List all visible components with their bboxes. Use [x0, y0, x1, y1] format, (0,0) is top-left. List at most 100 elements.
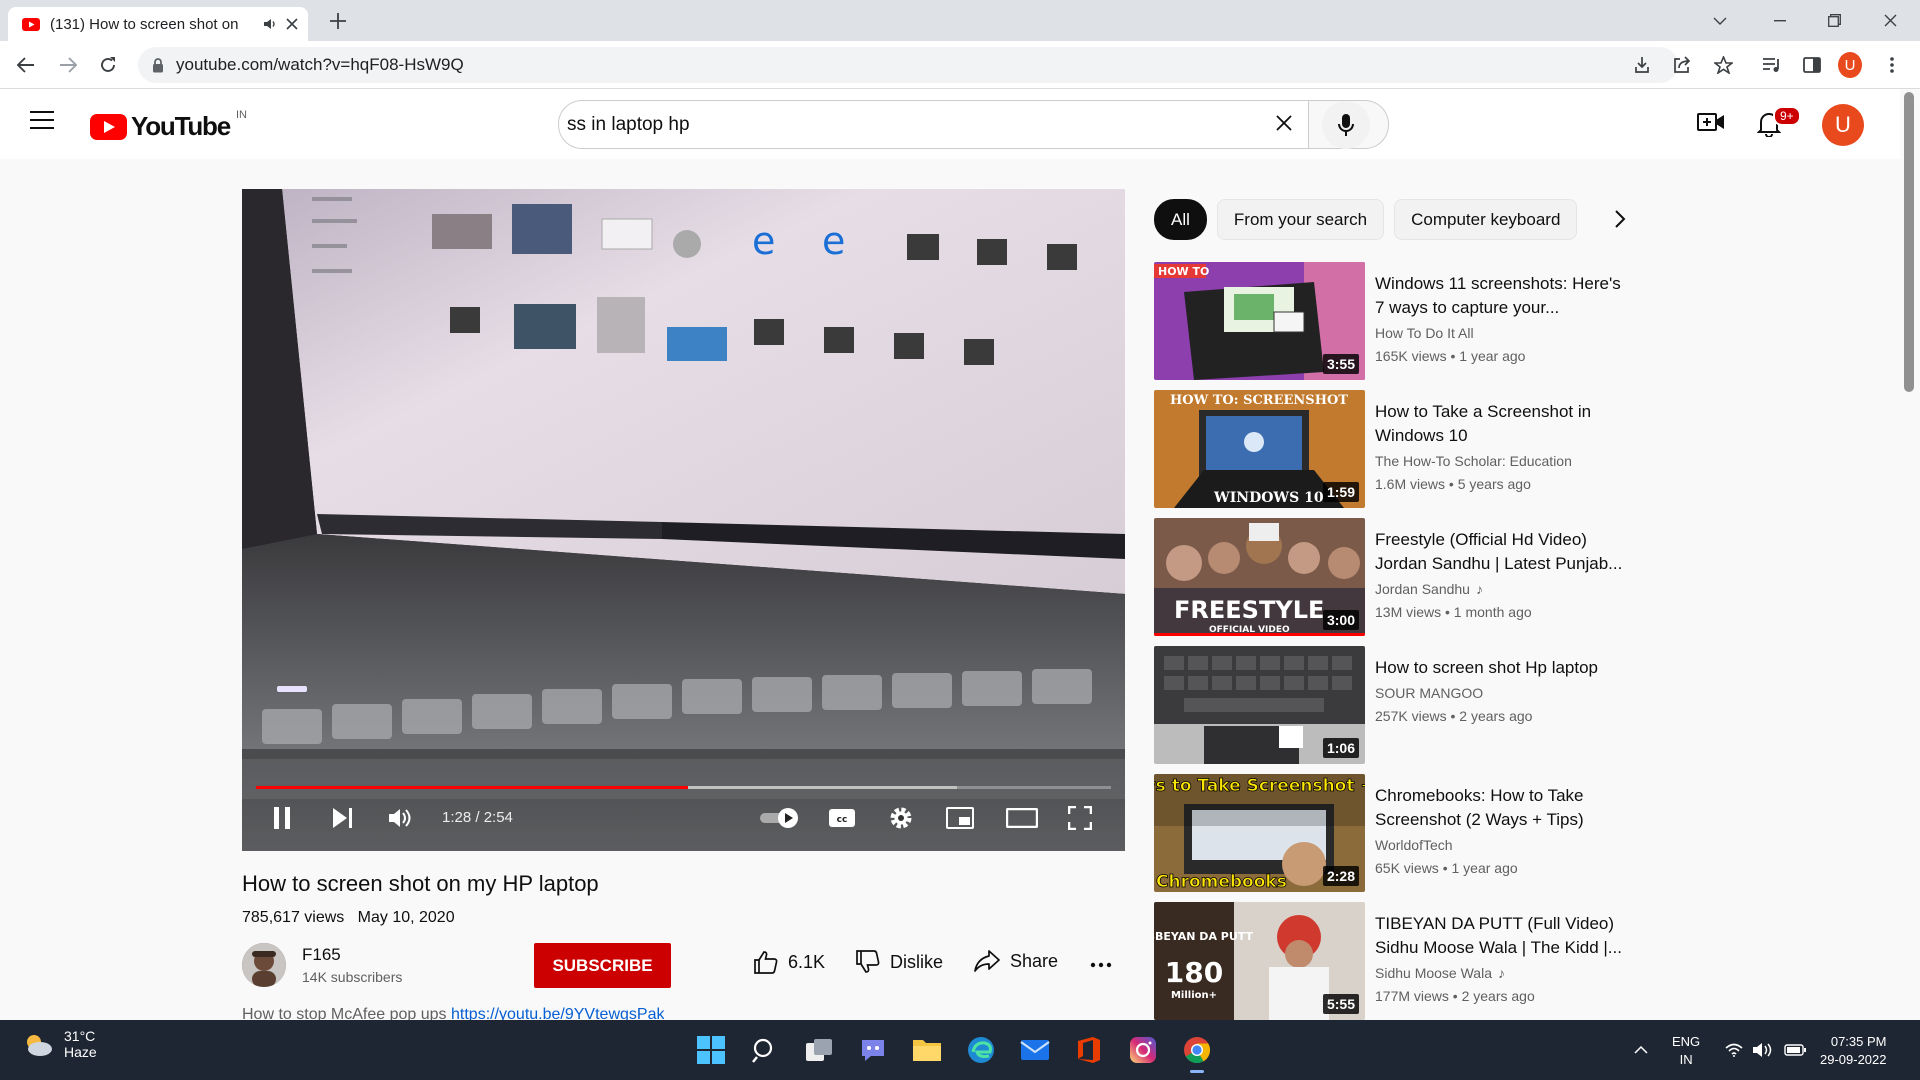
recommendation-item[interactable]: 2 Ways to Take Screenshot + Tips Chromeb…	[1154, 774, 1884, 892]
description-link[interactable]: https://youtu.be/9YVtewgsPak	[451, 1007, 664, 1020]
recommendation-meta: 257K views • 2 years ago	[1375, 708, 1533, 724]
create-video-button[interactable]	[1697, 111, 1725, 133]
share-page-icon[interactable]	[1670, 53, 1694, 77]
office-button[interactable]	[1068, 1029, 1110, 1071]
address-bar[interactable]: youtube.com/watch?v=hqF08-HsW9Q	[138, 47, 1678, 83]
recommendation-channel[interactable]: SOUR MANGOO	[1375, 685, 1483, 701]
network-button[interactable]	[1725, 1020, 1743, 1080]
input-language[interactable]: ENG IN	[1672, 1033, 1700, 1069]
share-button[interactable]: Share	[974, 950, 1058, 972]
video-thumbnail[interactable]: HOW TO 3:55	[1154, 262, 1365, 380]
guide-menu-button[interactable]	[30, 111, 54, 129]
recommendation-meta: 1.6M views • 5 years ago	[1375, 476, 1531, 492]
next-video-button[interactable]	[332, 798, 354, 838]
dislike-button[interactable]: Dislike	[856, 950, 943, 974]
recommendation-item[interactable]: HOW TO 3:55 Windows 11 screenshots: Here…	[1154, 262, 1884, 380]
recommendation-channel[interactable]: The How-To Scholar: Education	[1375, 453, 1572, 469]
browser-tab[interactable]: (131) How to screen shot on	[8, 7, 308, 41]
subtitles-button[interactable]: cc	[828, 798, 856, 838]
mute-button[interactable]	[388, 798, 414, 838]
page-scrollbar-thumb[interactable]	[1904, 92, 1914, 392]
video-thumbnail[interactable]: TIBBEYAN DA PUTT 180 Million+ 5:55	[1154, 902, 1365, 1020]
show-hidden-icons-button[interactable]	[1634, 1020, 1648, 1080]
forward-button[interactable]	[56, 53, 80, 77]
chip-computer-keyboard[interactable]: Computer keyboard	[1394, 199, 1578, 240]
subscribe-button[interactable]: SUBSCRIBE	[534, 943, 671, 988]
battery-button[interactable]	[1784, 1020, 1806, 1080]
youtube-logo[interactable]: YouTube IN	[90, 109, 247, 142]
autoplay-toggle[interactable]	[758, 798, 802, 838]
search-input[interactable]: ss in laptop hp	[558, 100, 1309, 149]
instagram-button[interactable]	[1122, 1029, 1164, 1071]
close-window-button[interactable]	[1862, 0, 1918, 41]
settings-button[interactable]	[888, 798, 914, 838]
chips-next-button[interactable]	[1614, 209, 1626, 229]
chrome-menu-icon[interactable]	[1880, 53, 1904, 77]
restore-button[interactable]	[1806, 0, 1862, 41]
recommendation-title[interactable]: How to Take a Screenshot in Windows 10	[1375, 400, 1630, 448]
profile-button[interactable]: U	[1838, 52, 1862, 78]
recommendation-title[interactable]: Freestyle (Official Hd Video) Jordan San…	[1375, 528, 1630, 576]
recommendation-channel[interactable]: WorldofTech	[1375, 837, 1453, 853]
recommendation-channel[interactable]: Sidhu Moose Wala ♪	[1375, 965, 1505, 981]
task-view-button[interactable]	[798, 1029, 840, 1071]
upload-date: May 10, 2020	[357, 909, 455, 926]
search-query-text: ss in laptop hp	[567, 113, 690, 135]
fullscreen-button[interactable]	[1068, 798, 1092, 838]
recommendation-title[interactable]: Chromebooks: How to Take Screenshot (2 W…	[1375, 784, 1630, 832]
miniplayer-button[interactable]	[946, 798, 974, 838]
recommendation-channel[interactable]: How To Do It All	[1375, 325, 1474, 341]
more-actions-button[interactable]	[1090, 962, 1122, 968]
minimize-button[interactable]	[1752, 0, 1808, 41]
recommendation-item[interactable]: FREESTYLE OFFICIAL VIDEO 3:00 Freestyle …	[1154, 518, 1884, 636]
bookmark-star-icon[interactable]	[1711, 53, 1735, 77]
teams-chat-button[interactable]	[852, 1029, 894, 1071]
video-thumbnail[interactable]: FREESTYLE OFFICIAL VIDEO 3:00	[1154, 518, 1365, 636]
recommendation-item[interactable]: 1:06 How to screen shot Hp laptop SOUR M…	[1154, 646, 1884, 764]
share-label: Share	[1010, 950, 1059, 971]
channel-avatar[interactable]	[242, 943, 286, 987]
recommendation-item[interactable]: HOW TO: SCREENSHOT WINDOWS 10 1:59 How t…	[1154, 390, 1884, 508]
side-panel-icon[interactable]	[1800, 53, 1824, 77]
video-thumbnail[interactable]: 1:06	[1154, 646, 1365, 764]
recommendation-channel[interactable]: Jordan Sandhu ♪	[1375, 581, 1483, 597]
like-button[interactable]: 6.1K	[754, 950, 825, 974]
start-button[interactable]	[690, 1029, 732, 1071]
recommendation-title[interactable]: TIBEYAN DA PUTT (Full Video) Sidhu Moose…	[1375, 912, 1630, 960]
pause-button[interactable]	[272, 798, 292, 838]
recommendation-title[interactable]: Windows 11 screenshots: Here's 7 ways to…	[1375, 272, 1630, 320]
close-tab-icon[interactable]	[286, 18, 298, 30]
taskbar-search[interactable]	[744, 1029, 786, 1071]
channel-name[interactable]: F165	[302, 945, 341, 965]
video-progress-bar[interactable]	[256, 786, 1111, 789]
chip-all[interactable]: All	[1154, 199, 1207, 240]
media-controls-icon[interactable]	[1760, 53, 1784, 77]
account-avatar[interactable]: U	[1822, 104, 1864, 146]
recommendation-item[interactable]: TIBBEYAN DA PUTT 180 Million+ 5:55 TIBEY…	[1154, 902, 1884, 1020]
chip-from-your-search[interactable]: From your search	[1216, 199, 1385, 240]
chrome-button[interactable]	[1176, 1029, 1218, 1073]
video-thumbnail[interactable]: 2 Ways to Take Screenshot + Tips Chromeb…	[1154, 774, 1365, 892]
weather-widget[interactable]: 31°C Haze	[22, 1028, 97, 1060]
recommendation-title[interactable]: How to screen shot Hp laptop	[1375, 656, 1630, 680]
volume-button[interactable]	[1752, 1020, 1774, 1080]
mail-button[interactable]	[1014, 1029, 1056, 1071]
voice-search-button[interactable]	[1322, 101, 1370, 149]
system-clock[interactable]: 07:35 PM 29-09-2022	[1820, 1033, 1887, 1069]
video-thumbnail[interactable]: HOW TO: SCREENSHOT WINDOWS 10 1:59	[1154, 390, 1365, 508]
edge-browser-button[interactable]	[960, 1029, 1002, 1071]
tab-search-button[interactable]	[1692, 0, 1748, 41]
clear-search-icon[interactable]	[1274, 113, 1294, 133]
theater-mode-button[interactable]	[1006, 798, 1038, 838]
thumb-caption: 2 Ways to Take Screenshot + Tips	[1154, 776, 1365, 796]
reload-button[interactable]	[96, 53, 120, 77]
video-player[interactable]: e e 1:28 / 2:54 cc	[242, 189, 1125, 851]
volume-icon	[389, 809, 411, 827]
description-text: How to stop McAfee pop ups	[242, 1007, 451, 1020]
back-button[interactable]	[14, 53, 38, 77]
temperature: 31°C	[64, 1028, 96, 1044]
tab-audio-icon[interactable]	[264, 18, 278, 30]
new-tab-button[interactable]	[326, 9, 350, 33]
install-app-icon[interactable]	[1630, 53, 1654, 77]
file-explorer-button[interactable]	[906, 1029, 948, 1071]
